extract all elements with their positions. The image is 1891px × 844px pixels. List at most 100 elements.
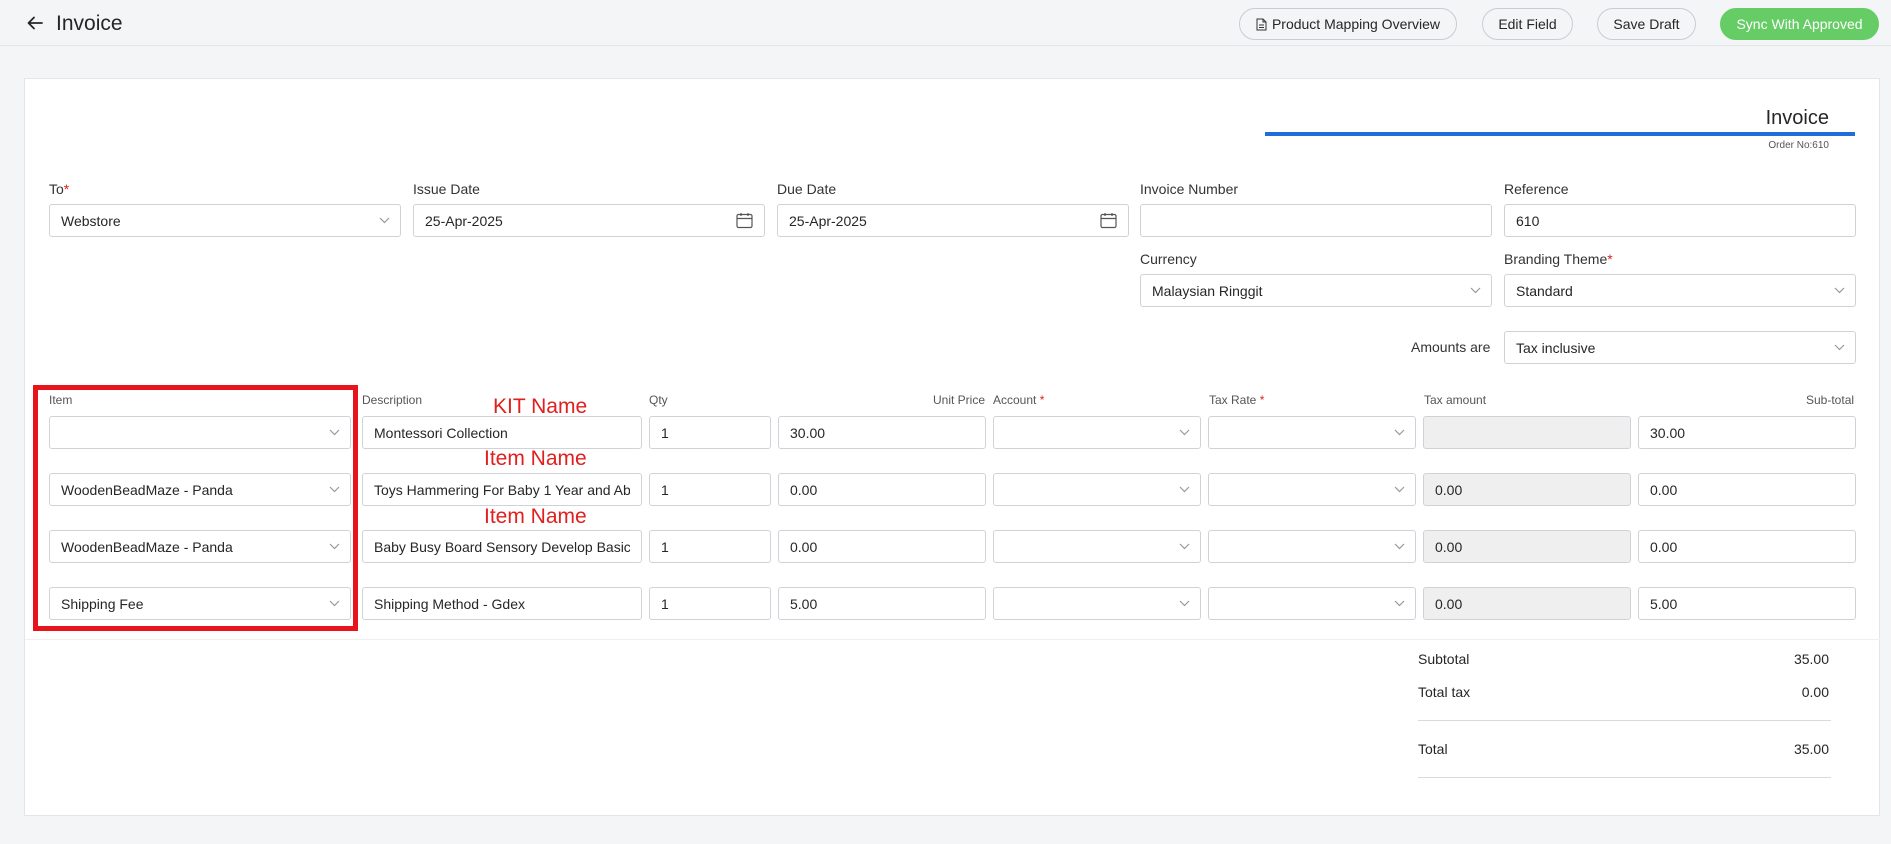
branding-theme-label-text: Branding Theme bbox=[1504, 251, 1608, 267]
reference-input[interactable]: 610 bbox=[1504, 204, 1856, 237]
unit-price-input[interactable]: 0.00 bbox=[778, 473, 986, 506]
chevron-down-icon bbox=[329, 543, 340, 550]
due-date-field[interactable]: 25-Apr-2025 bbox=[777, 204, 1129, 237]
issue-date-field[interactable]: 25-Apr-2025 bbox=[413, 204, 765, 237]
qty-input[interactable]: 1 bbox=[649, 416, 771, 449]
unit-price-input[interactable]: 30.00 bbox=[778, 416, 986, 449]
description-input[interactable]: Toys Hammering For Baby 1 Year and Above bbox=[362, 473, 642, 506]
subtotal-input[interactable]: 30.00 bbox=[1638, 416, 1856, 449]
annotation-item-name: Item Name bbox=[484, 505, 587, 528]
account-select[interactable] bbox=[993, 416, 1201, 449]
to-label: To* bbox=[49, 181, 69, 197]
chevron-down-icon bbox=[379, 217, 390, 224]
required-marker: * bbox=[63, 181, 70, 197]
description-input[interactable]: Baby Busy Board Sensory Develop Basic I bbox=[362, 530, 642, 563]
qty-value: 1 bbox=[661, 481, 669, 498]
to-value: Webstore bbox=[61, 212, 121, 229]
to-select[interactable]: Webstore bbox=[49, 204, 401, 237]
item-select[interactable]: WoodenBeadMaze - Panda bbox=[49, 473, 351, 506]
product-mapping-overview-label: Product Mapping Overview bbox=[1271, 16, 1441, 32]
description-value: Montessori Collection bbox=[374, 424, 508, 441]
tax-amount-value: 0.00 bbox=[1435, 538, 1463, 555]
tax-amount-field: 0.00 bbox=[1423, 587, 1631, 620]
tax-rate-select[interactable] bbox=[1208, 416, 1416, 449]
item-value: WoodenBeadMaze - Panda bbox=[61, 538, 233, 555]
tax-rate-select[interactable] bbox=[1208, 530, 1416, 563]
column-header-account-text: Account bbox=[993, 393, 1037, 407]
order-number: Order No:610 bbox=[1768, 140, 1829, 151]
tax-amount-value: 0.00 bbox=[1435, 595, 1463, 612]
column-header-item: Item bbox=[49, 393, 73, 407]
document-title: Invoice bbox=[1765, 107, 1829, 129]
due-date-label: Due Date bbox=[777, 181, 837, 197]
tax-amount-field bbox=[1423, 416, 1631, 449]
reference-label: Reference bbox=[1504, 181, 1569, 197]
account-select[interactable] bbox=[993, 530, 1201, 563]
totals-divider bbox=[1418, 720, 1831, 721]
column-header-tax-amount: Tax amount bbox=[1424, 393, 1487, 407]
description-input[interactable]: Montessori Collection bbox=[362, 416, 642, 449]
subtotal-value: 35.00 bbox=[1793, 651, 1829, 667]
account-select[interactable] bbox=[993, 473, 1201, 506]
column-header-account: Account * bbox=[993, 393, 1044, 407]
tax-amount-field: 0.00 bbox=[1423, 530, 1631, 563]
unit-price-value: 30.00 bbox=[790, 424, 826, 441]
chevron-down-icon bbox=[1834, 344, 1845, 351]
item-value: WoodenBeadMaze - Panda bbox=[61, 481, 233, 498]
total-label: Total bbox=[1418, 741, 1448, 757]
amounts-are-value: Tax inclusive bbox=[1516, 339, 1596, 356]
invoice-number-input[interactable] bbox=[1140, 204, 1492, 237]
title-underline bbox=[1265, 132, 1855, 136]
subtotal-label: Subtotal bbox=[1418, 651, 1470, 667]
tax-rate-select[interactable] bbox=[1208, 587, 1416, 620]
qty-input[interactable]: 1 bbox=[649, 530, 771, 563]
tax-rate-select[interactable] bbox=[1208, 473, 1416, 506]
qty-input[interactable]: 1 bbox=[649, 473, 771, 506]
product-mapping-overview-button[interactable]: Product Mapping Overview bbox=[1239, 8, 1457, 40]
item-select[interactable]: Shipping Fee bbox=[49, 587, 351, 620]
account-select[interactable] bbox=[993, 587, 1201, 620]
unit-price-input[interactable]: 0.00 bbox=[778, 530, 986, 563]
calendar-icon[interactable] bbox=[1100, 212, 1117, 229]
column-header-subtotal: Sub-total bbox=[1806, 393, 1855, 407]
item-select[interactable]: WoodenBeadMaze - Panda bbox=[49, 530, 351, 563]
chevron-down-icon bbox=[1179, 429, 1190, 436]
item-select[interactable] bbox=[49, 416, 351, 449]
calendar-icon[interactable] bbox=[736, 212, 753, 229]
currency-select[interactable]: Malaysian Ringgit bbox=[1140, 274, 1492, 307]
to-label-text: To bbox=[49, 181, 64, 197]
top-bar: Invoice Product Mapping Overview Edit Fi… bbox=[0, 0, 1891, 46]
amounts-are-select[interactable]: Tax inclusive bbox=[1504, 331, 1856, 364]
required-marker: * bbox=[1607, 251, 1613, 267]
column-header-description: Description bbox=[362, 393, 423, 407]
subtotal-input[interactable]: 0.00 bbox=[1638, 530, 1856, 563]
tax-amount-field: 0.00 bbox=[1423, 473, 1631, 506]
branding-theme-select[interactable]: Standard bbox=[1504, 274, 1856, 307]
chevron-down-icon bbox=[1394, 429, 1405, 436]
currency-label: Currency bbox=[1140, 251, 1197, 267]
issue-date-value: 25-Apr-2025 bbox=[425, 212, 503, 229]
save-draft-button[interactable]: Save Draft bbox=[1597, 8, 1696, 40]
unit-price-input[interactable]: 5.00 bbox=[778, 587, 986, 620]
subtotal-input[interactable]: 5.00 bbox=[1638, 587, 1856, 620]
edit-field-button[interactable]: Edit Field bbox=[1482, 8, 1573, 40]
description-input[interactable]: Shipping Method - Gdex bbox=[362, 587, 642, 620]
back-arrow-icon[interactable] bbox=[22, 10, 48, 36]
chevron-down-icon bbox=[1179, 543, 1190, 550]
sync-with-approved-button[interactable]: Sync With Approved bbox=[1720, 8, 1879, 40]
annotation-kit-name: KIT Name bbox=[493, 395, 588, 418]
subtotal-value: 0.00 bbox=[1650, 481, 1678, 498]
amounts-are-label: Amounts are bbox=[1411, 339, 1491, 355]
page-title: Invoice bbox=[56, 12, 123, 35]
chevron-down-icon bbox=[1470, 287, 1481, 294]
description-value: Shipping Method - Gdex bbox=[374, 595, 525, 612]
qty-value: 1 bbox=[661, 595, 669, 612]
chevron-down-icon bbox=[1179, 486, 1190, 493]
required-marker: * bbox=[1259, 393, 1265, 407]
subtotal-input[interactable]: 0.00 bbox=[1638, 473, 1856, 506]
qty-input[interactable]: 1 bbox=[649, 587, 771, 620]
chevron-down-icon bbox=[1394, 600, 1405, 607]
description-value: Toys Hammering For Baby 1 Year and Above bbox=[374, 481, 630, 498]
chevron-down-icon bbox=[1394, 543, 1405, 550]
subtotal-value: 0.00 bbox=[1650, 538, 1678, 555]
